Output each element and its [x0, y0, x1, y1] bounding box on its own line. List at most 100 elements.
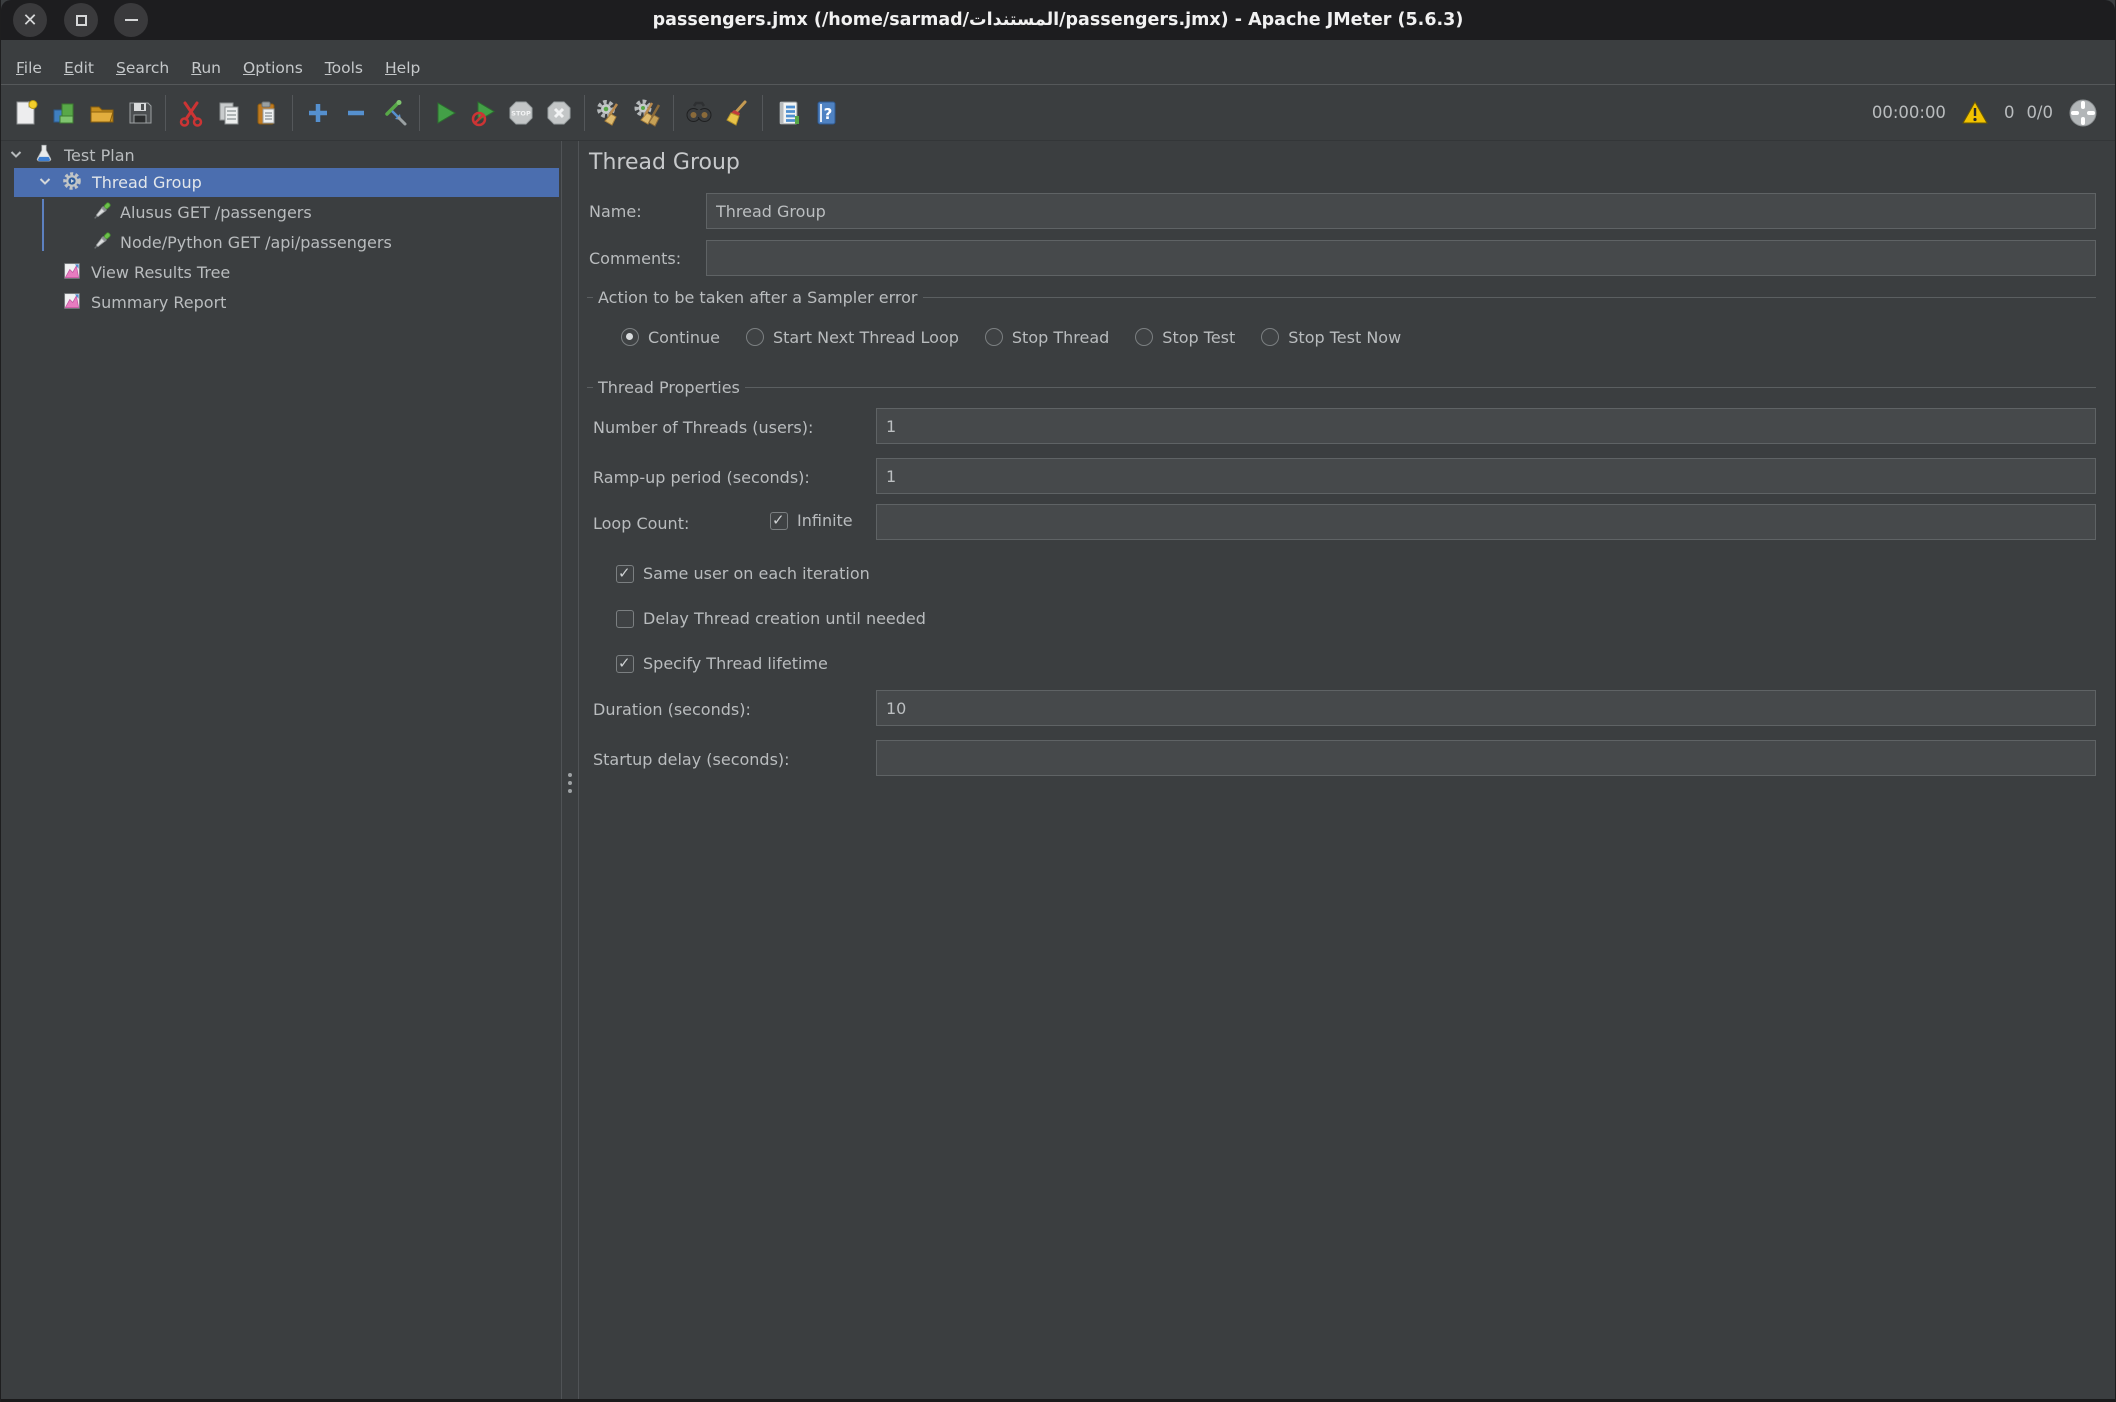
toolbar-separator [584, 95, 585, 131]
shutdown-icon[interactable] [540, 93, 578, 133]
tree-item-sampler-alusus[interactable]: Alusus GET /passengers [1, 198, 561, 227]
toolbar-separator [762, 95, 763, 131]
ramp-up-input[interactable] [876, 458, 2096, 494]
radio-stop-test[interactable]: Stop Test [1135, 328, 1235, 347]
radio-button-icon[interactable] [985, 328, 1003, 346]
http-sampler-dropper-icon [89, 228, 115, 258]
comments-label: Comments: [589, 249, 681, 268]
test-plan-flask-icon [33, 143, 55, 169]
radio-button-icon[interactable] [1135, 328, 1153, 346]
tree-item-test-plan[interactable]: Test Plan [1, 141, 561, 170]
error-count: 0 [2004, 103, 2015, 122]
panel-title: Thread Group [589, 150, 740, 175]
clear-all-icon[interactable] [629, 93, 667, 133]
duration-label: Duration (seconds): [593, 700, 751, 719]
close-button[interactable]: ✕ [13, 3, 47, 37]
add-icon[interactable] [299, 93, 337, 133]
sampler-error-radio-group: Continue Start Next Thread Loop Stop Thr… [621, 322, 1401, 352]
tree-item-thread-group[interactable]: Thread Group [1, 168, 561, 197]
menu-file[interactable]: File [7, 56, 51, 80]
open-folder-icon[interactable] [83, 93, 121, 133]
svg-text:?: ? [824, 105, 833, 123]
window-title: passengers.jmx (/home/sarmad/المستندات/p… [201, 0, 1915, 40]
same-user-checkbox[interactable]: Same user on each iteration [616, 564, 870, 583]
warning-icon[interactable] [1958, 93, 1992, 133]
comments-input[interactable] [706, 240, 2096, 276]
clear-icon[interactable] [591, 93, 629, 133]
state-indicator-icon [2065, 93, 2101, 133]
menu-tools[interactable]: Tools [316, 56, 372, 80]
checkbox-icon[interactable] [616, 565, 634, 583]
remove-icon[interactable] [337, 93, 375, 133]
num-threads-input[interactable] [876, 408, 2096, 444]
stop-icon[interactable]: STOP [502, 93, 540, 133]
toolbar-status-cluster: 00:00:00 0 0/0 [1872, 93, 2115, 133]
tree-item-view-results-tree[interactable]: View Results Tree [1, 258, 561, 287]
jmeter-window: ✕ passengers.jmx (/home/sarmad/المستندات… [0, 0, 2116, 1402]
new-file-icon[interactable] [7, 93, 45, 133]
maximize-button[interactable] [64, 3, 98, 37]
copy-icon[interactable] [210, 93, 248, 133]
thread-group-gear-icon [61, 170, 83, 196]
help-icon[interactable]: ? [807, 93, 845, 133]
startup-delay-input[interactable] [876, 740, 2096, 776]
save-icon[interactable] [121, 93, 159, 133]
tree-item-summary-report[interactable]: Summary Report [1, 288, 561, 317]
radio-stop-thread[interactable]: Stop Thread [985, 328, 1109, 347]
delay-thread-creation-checkbox[interactable]: Delay Thread creation until needed [616, 609, 926, 628]
search-reset-icon[interactable] [718, 93, 756, 133]
tree-item-sampler-node-python[interactable]: Node/Python GET /api/passengers [1, 228, 561, 257]
menu-help[interactable]: Help [376, 56, 429, 80]
startup-delay-label: Startup delay (seconds): [593, 750, 790, 769]
specify-thread-lifetime-checkbox[interactable]: Specify Thread lifetime [616, 654, 828, 673]
name-input[interactable] [706, 193, 2096, 229]
menu-edit[interactable]: Edit [55, 56, 103, 80]
search-icon[interactable] [680, 93, 718, 133]
splitter-grip-icon [568, 769, 572, 797]
radio-button-icon[interactable] [621, 328, 639, 346]
http-sampler-dropper-icon [89, 198, 115, 228]
minimize-button[interactable] [114, 3, 148, 37]
toolbar: STOP ? 00:00:00 0 [1, 84, 2115, 141]
menu-search[interactable]: Search [107, 56, 178, 80]
toolbar-separator [165, 95, 166, 131]
checkbox-icon[interactable] [770, 512, 788, 530]
menu-options[interactable]: Options [234, 56, 312, 80]
menu-bar: File Edit Search Run Options Tools Help [1, 40, 2115, 84]
toolbar-separator [673, 95, 674, 131]
radio-continue[interactable]: Continue [621, 328, 720, 347]
num-threads-label: Number of Threads (users): [593, 418, 813, 437]
ramp-up-label: Ramp-up period (seconds): [593, 468, 810, 487]
listener-chart-icon [61, 260, 83, 286]
radio-button-icon[interactable] [746, 328, 764, 346]
chevron-down-icon[interactable] [7, 145, 25, 167]
test-plan-tree: Test Plan Thread Group Alusus GET /passe… [1, 141, 561, 1399]
titlebar: ✕ passengers.jmx (/home/sarmad/المستندات… [1, 0, 2115, 40]
toolbar-separator [419, 95, 420, 131]
checkbox-icon[interactable] [616, 610, 634, 628]
templates-icon[interactable] [45, 93, 83, 133]
infinite-checkbox[interactable]: Infinite [770, 511, 853, 530]
cut-icon[interactable] [172, 93, 210, 133]
loop-count-input[interactable] [876, 504, 2096, 540]
paste-icon[interactable] [248, 93, 286, 133]
active-thread-count: 0/0 [2026, 103, 2053, 122]
radio-start-next-thread-loop[interactable]: Start Next Thread Loop [746, 328, 959, 347]
chevron-down-icon[interactable] [36, 172, 54, 194]
name-label: Name: [589, 202, 642, 221]
checkbox-icon[interactable] [616, 655, 634, 673]
toolbar-separator [292, 95, 293, 131]
start-no-pauses-icon[interactable] [464, 93, 502, 133]
menu-run[interactable]: Run [182, 56, 230, 80]
duration-input[interactable] [876, 690, 2096, 726]
start-icon[interactable] [426, 93, 464, 133]
function-helper-icon[interactable] [769, 93, 807, 133]
svg-text:STOP: STOP [511, 109, 531, 117]
panel-splitter[interactable] [561, 141, 579, 1402]
thread-group-panel: Thread Group Name: Comments: Action to b… [579, 141, 2115, 1399]
radio-button-icon[interactable] [1261, 328, 1279, 346]
elapsed-timer: 00:00:00 [1872, 103, 1946, 122]
radio-stop-test-now[interactable]: Stop Test Now [1261, 328, 1401, 347]
toggle-icon[interactable] [375, 93, 413, 133]
action-group-title: Action to be taken after a Sampler error [587, 288, 2096, 307]
